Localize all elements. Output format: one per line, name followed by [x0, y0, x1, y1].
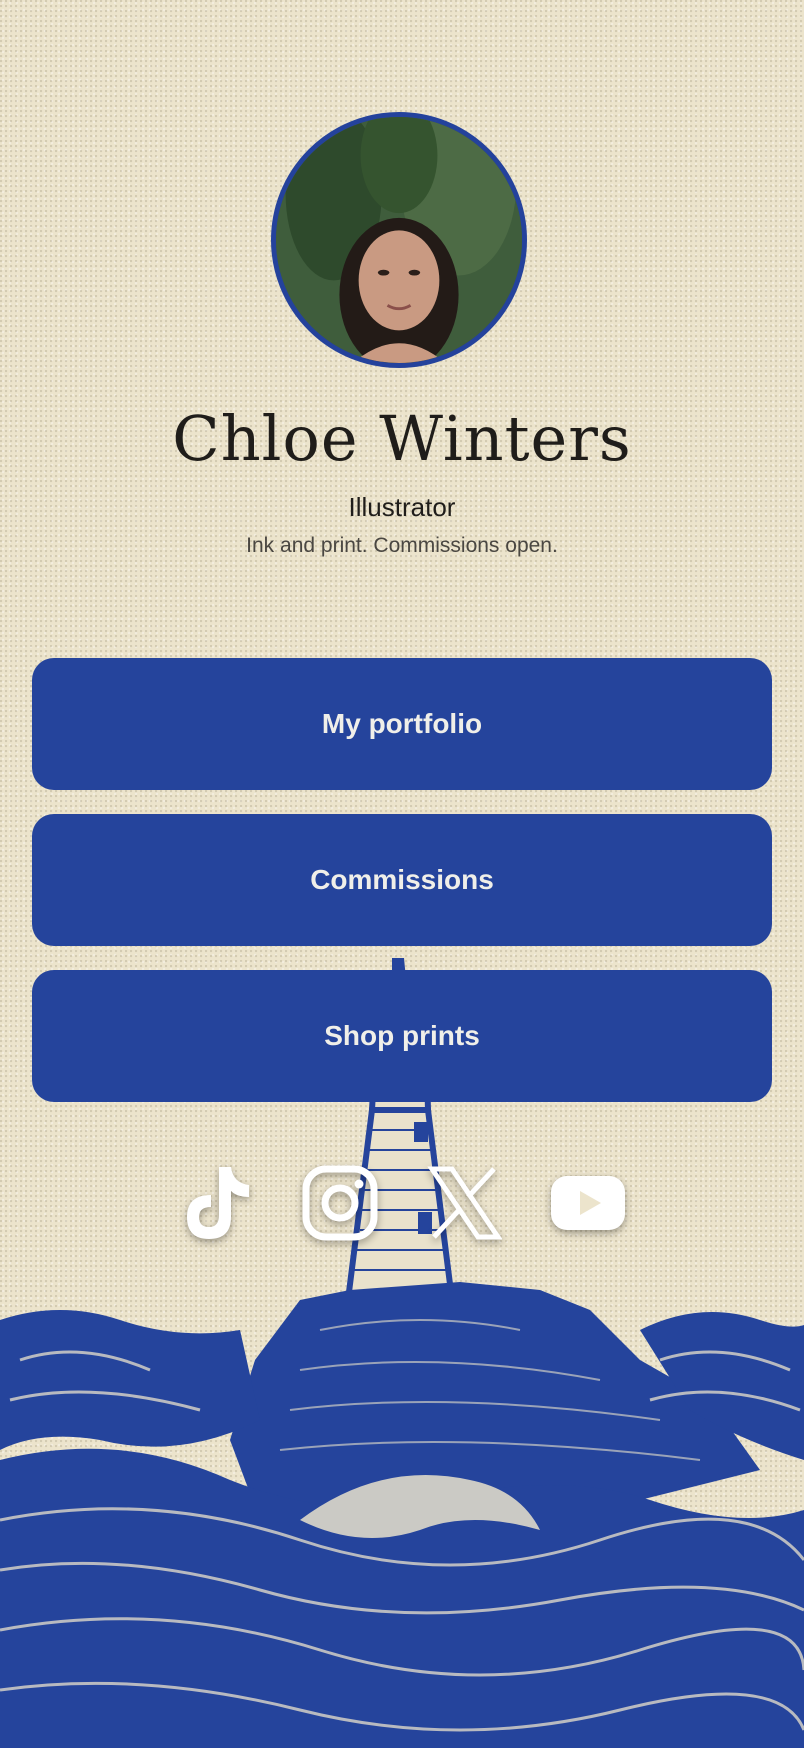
- instagram-icon[interactable]: [300, 1163, 380, 1243]
- profile-name: Chloe Winters: [172, 402, 632, 475]
- shop-prints-link-button[interactable]: Shop prints: [32, 970, 772, 1102]
- x-icon[interactable]: [424, 1163, 504, 1243]
- youtube-icon[interactable]: [548, 1163, 628, 1243]
- portfolio-link-button[interactable]: My portfolio: [32, 658, 772, 790]
- social-links: [0, 1163, 804, 1243]
- tiktok-icon[interactable]: [176, 1163, 256, 1243]
- profile-page: Chloe Winters Illustrator Ink and print.…: [0, 0, 804, 1748]
- profile-title: Illustrator: [348, 492, 456, 522]
- profile-bio: Ink and print. Commissions open.: [246, 534, 558, 557]
- avatar: [271, 112, 527, 368]
- commissions-link-button[interactable]: Commissions: [32, 814, 772, 946]
